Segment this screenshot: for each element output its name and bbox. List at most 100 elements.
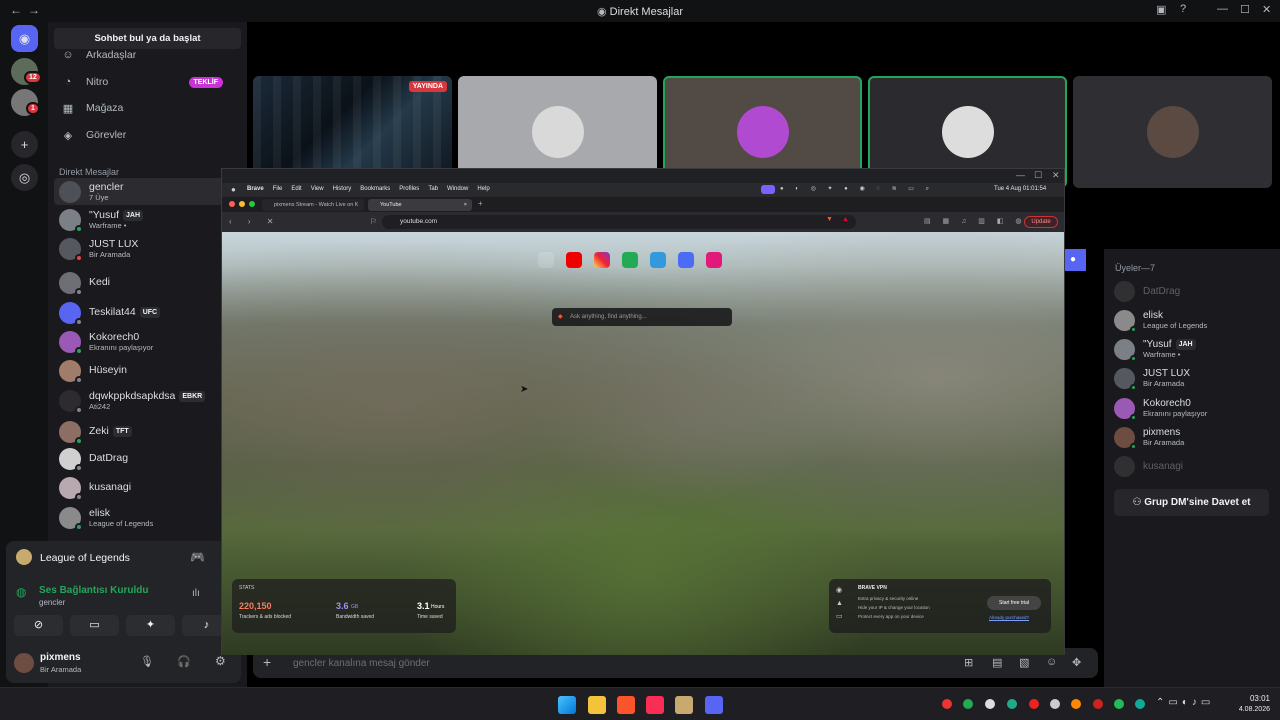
activities-button[interactable]: ✦ [126,615,175,636]
add-server-icon[interactable]: + [11,131,38,158]
taskbar-date[interactable]: 4.08.2026 [1232,706,1270,713]
close-button[interactable]: ✕ [1262,3,1271,16]
start-icon[interactable] [558,696,576,714]
participant-tile[interactable] [1073,76,1272,188]
sticker-icon[interactable]: ▧ [1019,656,1029,669]
tray-icon[interactable] [985,699,995,709]
minimize-button[interactable]: — [1217,3,1228,15]
tab-youtube[interactable]: YouTube × [368,199,472,211]
dm-item[interactable]: "Yusuf JAH Warframe • [54,206,242,233]
maximize-button[interactable]: ☐ [1240,3,1250,16]
member-item[interactable]: elisk League of Legends [1114,308,1207,333]
tray-icon[interactable] [1114,699,1124,709]
dm-item[interactable]: Teskilat44 UFC [54,299,242,326]
top-site-icon[interactable] [678,252,694,268]
nav-nitro[interactable]: ◔ Nitro TEKLİF [60,71,240,93]
gif-icon[interactable]: ▤ [992,656,1002,669]
dm-item[interactable]: JUST LUX Bir Aramada [54,235,242,262]
nav-friends[interactable]: ☺ Arkadaşlar [60,44,136,66]
top-site-icon[interactable] [622,252,638,268]
settings-gear-icon[interactable]: ⚙ [215,654,226,668]
menu-item[interactable]: Bookmarks [360,186,390,192]
taskbar-time[interactable]: 03:01 [1240,694,1270,703]
tray-icon[interactable] [963,699,973,709]
top-site-icon[interactable] [538,252,554,268]
tab-stream[interactable]: pixmens Stream - Watch Live on K [262,199,364,211]
zoom-dot[interactable] [249,201,255,207]
tray-icon[interactable] [1029,699,1039,709]
avatar[interactable] [14,653,34,673]
add-attachment-icon[interactable]: + [263,654,271,670]
voice-status[interactable]: Ses Bağlantısı Kuruldu [39,585,148,596]
dm-item[interactable]: dqwkppkdsapkdsa EBKR Ati242 [54,387,242,414]
nav-shop[interactable]: ▦ Mağaza [60,97,124,119]
minimize-button[interactable]: — [1016,170,1025,180]
menu-item[interactable]: Profiles [399,186,419,192]
gift-icon[interactable]: ⊞ [964,656,973,669]
member-item[interactable]: Kokorech0 Ekranını paylaşıyor [1114,396,1207,421]
menu-item[interactable]: View [311,186,324,192]
dm-item[interactable]: DatDrag [54,445,242,472]
invite-to-group-button[interactable]: ⚇ Grup DM'sine Davet et [1114,489,1269,516]
top-site-icon[interactable] [706,252,722,268]
voice-channel[interactable]: gencler [39,598,65,607]
menu-item[interactable]: File [273,186,283,192]
music-icon[interactable] [646,696,664,714]
member-item[interactable]: "Yusuf JAH Warframe • [1114,337,1196,362]
member-item[interactable]: kusanagi [1114,454,1183,478]
close-tab-icon[interactable]: × [464,199,467,211]
member-item[interactable]: pixmens Bir Aramada [1114,425,1184,450]
youtube-icon[interactable] [566,252,582,268]
menu-item[interactable]: History [333,186,352,192]
menu-item[interactable]: Help [477,186,489,192]
message-input[interactable]: gencler kanalına mesaj gönder [293,658,430,669]
server-avatar-1[interactable]: 12 [11,58,42,85]
dm-item[interactable]: Hüseyin [54,357,242,384]
tray-icon[interactable] [1007,699,1017,709]
menu-item[interactable]: Edit [291,186,301,192]
server-avatar-2[interactable]: 1 [11,89,40,116]
dm-item[interactable]: kusanagi [54,474,242,501]
member-item[interactable]: JUST LUX Bir Aramada [1114,366,1190,391]
close-dot[interactable] [229,201,235,207]
microphone-icon[interactable]: 🎙 [140,655,154,668]
member-item[interactable]: DatDrag [1114,279,1180,303]
dm-item[interactable]: Zeki TFT [54,418,242,445]
controller-icon[interactable]: 🎮 [190,550,205,564]
discord-icon[interactable] [705,696,723,714]
close-button[interactable]: ✕ [1052,170,1060,181]
rewards-icon[interactable]: ▲ [842,216,849,223]
file-explorer-icon[interactable] [588,696,606,714]
brave-shield-icon[interactable]: ▼ [826,216,833,223]
camera-off-button[interactable]: ⊘ [14,615,63,636]
tray-icon[interactable] [1135,699,1145,709]
dm-item[interactable]: Kokorech0 Ekranını paylaşıyor [54,328,242,355]
explore-compass-icon[interactable]: ◎ [11,164,38,191]
new-tab-icon[interactable]: + [478,199,483,208]
screen-share-button[interactable]: ▭ [70,615,119,636]
nav-quests[interactable]: ◈ Görevler [60,124,127,146]
bookmark-icon[interactable]: ⚐ [370,217,377,226]
address-bar[interactable]: youtube.com [382,215,856,229]
instagram-icon[interactable] [594,252,610,268]
minimize-dot[interactable] [239,201,245,207]
emoji-icon[interactable]: ☺ [1046,656,1057,668]
already-purchased-link[interactable]: Already purchased? [989,615,1029,620]
vpn-side-icons[interactable]: ◉ ▲ ▭ [836,584,843,623]
start-trial-button[interactable]: Start free trial [987,596,1041,610]
system-tray-icons[interactable]: ⌃▭◐♪▭ [1156,697,1214,708]
menu-item[interactable]: Window [447,186,468,192]
search-box[interactable]: ◆ Ask anything, find anything... [552,308,732,326]
nav-arrows-icon[interactable]: ‹ › ✕ [229,217,280,226]
noise-suppression-icon[interactable]: ılı [192,588,200,599]
dm-item[interactable]: elisk League of Legends [54,504,242,531]
dm-item[interactable]: gencler 7 Üye [54,178,242,205]
dm-item[interactable]: Kedi [54,269,242,296]
menu-item[interactable]: Brave [247,186,264,192]
home-discord-button[interactable]: ◉ [11,25,38,52]
tray-icon[interactable] [1071,699,1081,709]
status-app-icon[interactable] [761,185,775,194]
tray-icon[interactable] [1050,699,1060,709]
help-icon[interactable]: ? [1180,3,1186,15]
update-button[interactable]: Update [1024,216,1058,228]
